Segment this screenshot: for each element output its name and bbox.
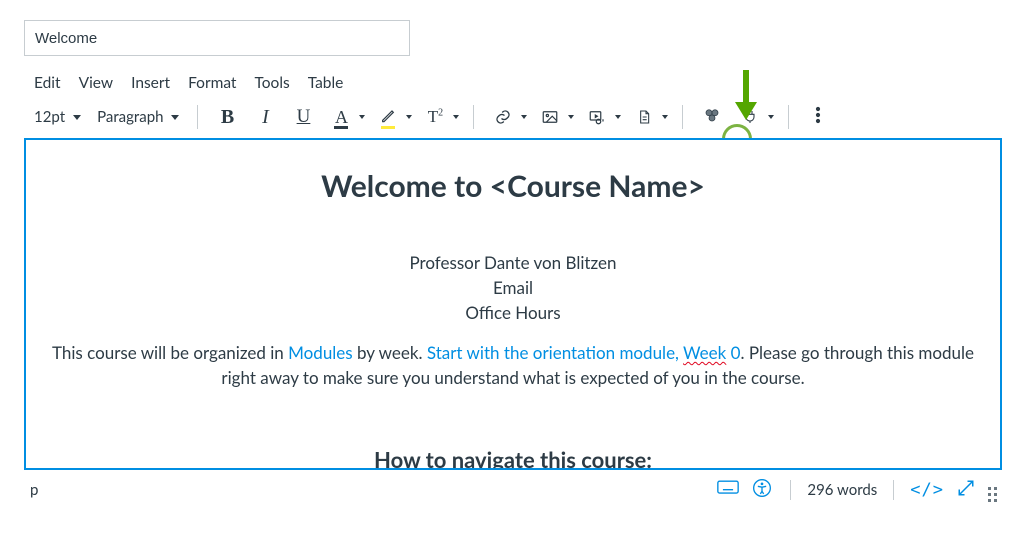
statusbar-separator xyxy=(790,480,791,500)
chevron-down-icon xyxy=(768,115,774,119)
underline-button[interactable]: U xyxy=(288,102,318,132)
menu-format[interactable]: Format xyxy=(188,74,236,92)
document-icon xyxy=(629,102,659,132)
external-apps-button[interactable] xyxy=(697,102,727,132)
content-professor-line: Professor Dante von Blitzen xyxy=(40,252,986,273)
overflow-menu-button[interactable] xyxy=(803,102,833,132)
text-color-dropdown[interactable]: A xyxy=(326,102,365,132)
element-path[interactable]: p xyxy=(30,481,38,499)
chevron-down-icon xyxy=(521,115,527,119)
text-color-swatch xyxy=(334,126,348,129)
block-format-label: Paragraph xyxy=(97,108,163,126)
chevron-down-icon xyxy=(453,115,459,119)
image-icon xyxy=(535,102,565,132)
highlight-color-swatch xyxy=(381,126,395,129)
text-color-A-icon: A xyxy=(335,107,348,128)
insert-link-dropdown[interactable] xyxy=(488,102,527,132)
chevron-down-icon xyxy=(568,115,574,119)
grip-icon xyxy=(988,487,1002,503)
superscript-icon: T2 xyxy=(428,107,443,127)
resize-handle[interactable] xyxy=(988,476,1002,503)
italic-button[interactable]: I xyxy=(250,102,280,132)
chevron-down-icon xyxy=(406,115,412,119)
link-icon xyxy=(488,102,518,132)
fullscreen-button[interactable] xyxy=(954,478,978,502)
page-title-input[interactable] xyxy=(24,20,410,56)
statusbar-separator xyxy=(893,480,894,500)
content-intro-paragraph: This course will be organized in Modules… xyxy=(44,341,982,390)
highlighter-icon xyxy=(380,107,396,127)
plug-icon xyxy=(735,102,765,132)
insert-document-dropdown[interactable] xyxy=(629,102,668,132)
menu-view[interactable]: View xyxy=(79,74,114,92)
chevron-down-icon xyxy=(662,115,668,119)
superscript-dropdown[interactable]: T2 xyxy=(420,102,459,132)
apps-icon xyxy=(703,106,721,128)
kebab-icon xyxy=(815,106,821,128)
toolbar-separator xyxy=(473,105,474,129)
expand-icon xyxy=(957,479,975,501)
editor-menubar: Edit View Insert Format Tools Table xyxy=(0,68,1024,98)
insert-image-dropdown[interactable] xyxy=(535,102,574,132)
content-office-hours-line: Office Hours xyxy=(40,302,986,323)
toolbar-separator xyxy=(197,105,198,129)
menu-edit[interactable]: Edit xyxy=(34,74,61,92)
font-size-dropdown[interactable]: 12pt xyxy=(30,104,85,130)
chevron-down-icon xyxy=(359,115,365,119)
bold-button[interactable]: B xyxy=(212,102,242,132)
html-view-button[interactable]: </> xyxy=(910,480,944,500)
keyboard-icon xyxy=(717,480,739,500)
chevron-down-icon xyxy=(615,115,621,119)
content-heading: Welcome to <Course Name> xyxy=(40,168,986,204)
chevron-down-icon xyxy=(73,115,81,120)
insert-media-dropdown[interactable] xyxy=(582,102,621,132)
media-icon xyxy=(582,102,612,132)
menu-tools[interactable]: Tools xyxy=(255,74,290,92)
rich-text-editor-area[interactable]: Welcome to <Course Name> Professor Dante… xyxy=(24,138,1002,470)
font-size-label: 12pt xyxy=(34,108,65,126)
accessibility-icon xyxy=(752,478,772,502)
accessibility-checker-button[interactable] xyxy=(750,478,774,502)
menu-table[interactable]: Table xyxy=(308,74,344,92)
chevron-down-icon xyxy=(171,115,179,120)
toolbar-separator xyxy=(682,105,683,129)
menu-insert[interactable]: Insert xyxy=(131,74,170,92)
keyboard-shortcuts-button[interactable] xyxy=(716,478,740,502)
content-subheading: How to navigate this course: xyxy=(40,446,986,470)
orientation-link[interactable]: Start with the orientation module, Week … xyxy=(427,342,741,363)
word-count: 296 words xyxy=(807,481,877,499)
block-format-dropdown[interactable]: Paragraph xyxy=(93,104,183,130)
plugins-dropdown[interactable] xyxy=(735,102,774,132)
editor-toolbar: 12pt Paragraph B I U A T2 xyxy=(0,98,1024,138)
toolbar-separator xyxy=(788,105,789,129)
highlight-color-dropdown[interactable] xyxy=(373,102,412,132)
editor-statusbar: p 296 words </> xyxy=(0,470,1024,503)
content-email-line: Email xyxy=(40,277,986,298)
modules-link[interactable]: Modules xyxy=(288,342,353,363)
